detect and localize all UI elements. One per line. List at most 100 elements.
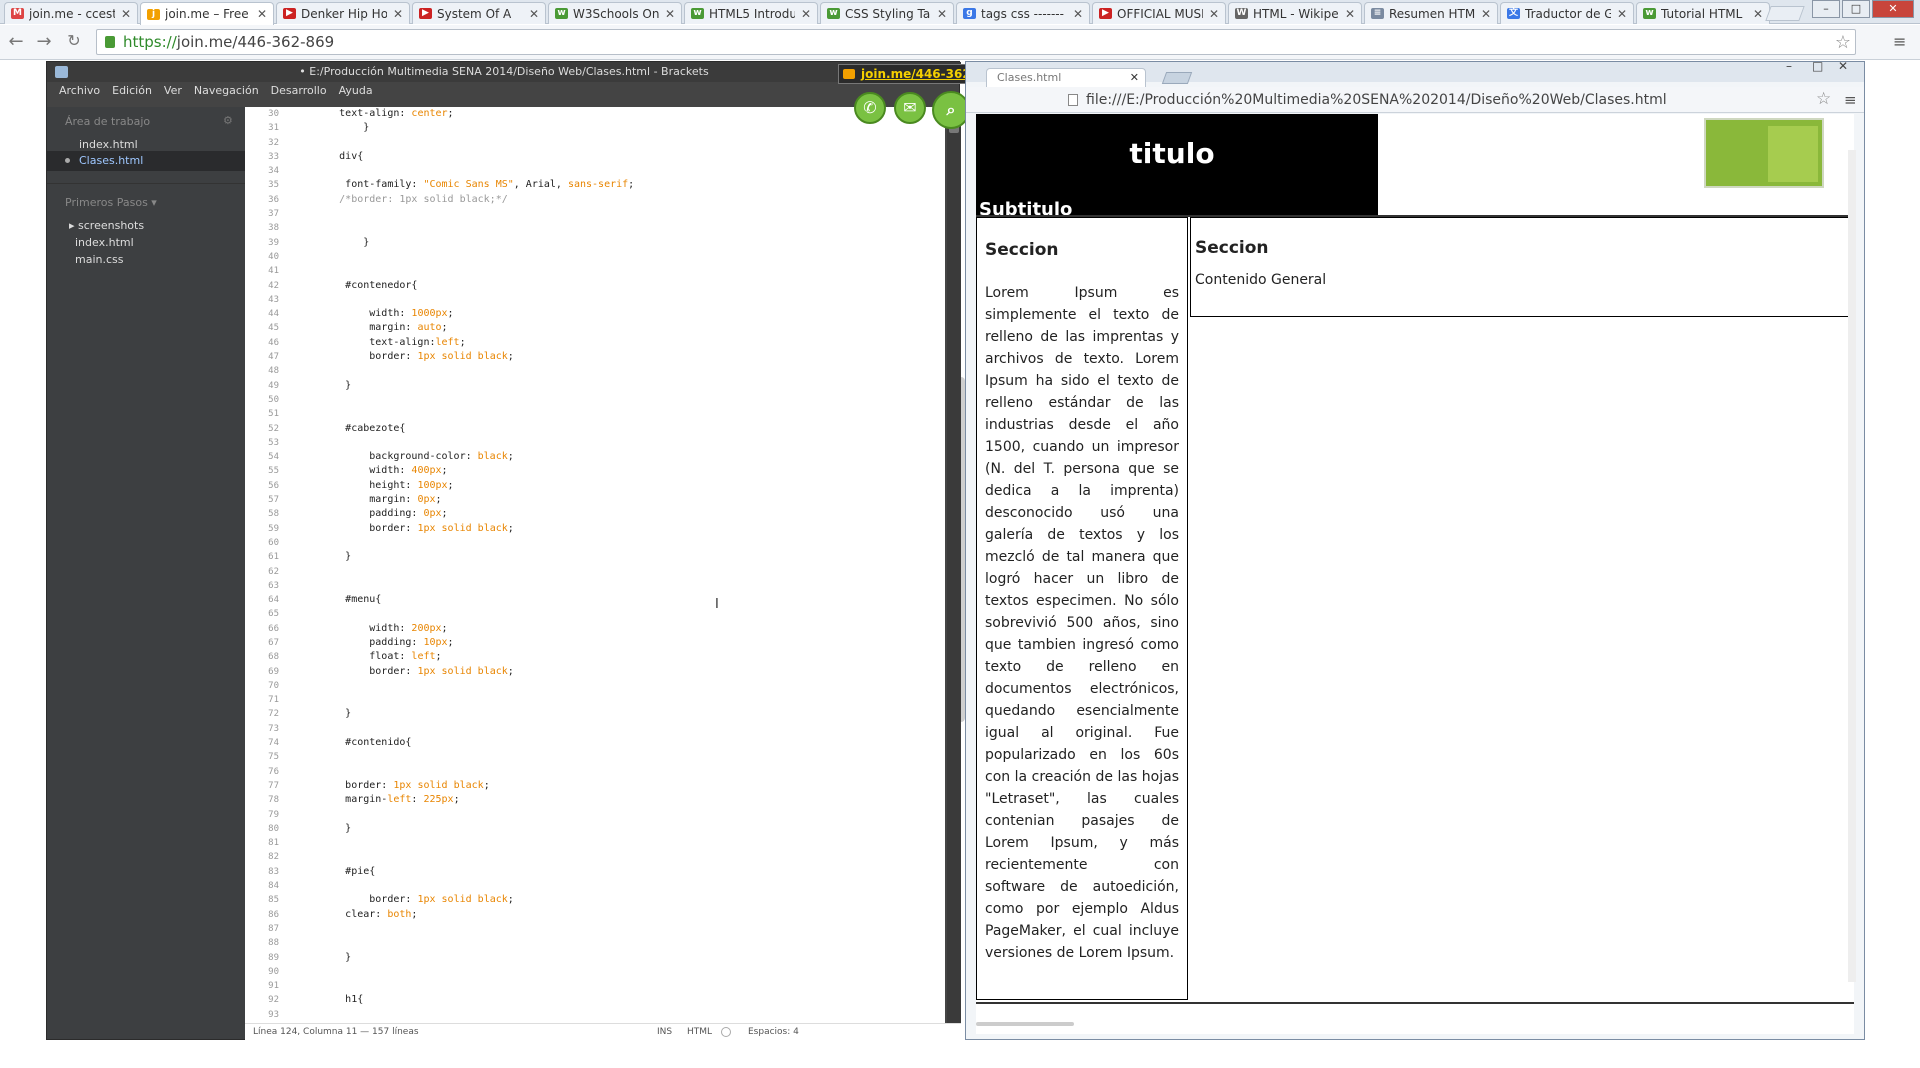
bookmark-star-icon[interactable]: ☆ bbox=[1835, 32, 1851, 53]
tab-close-icon[interactable]: ✕ bbox=[121, 7, 131, 21]
phone-icon[interactable]: ✆ bbox=[854, 92, 886, 124]
browser-tab[interactable]: W HTML - Wikipe ✕ bbox=[1228, 2, 1362, 24]
code-line[interactable]: border: 1px solid black; bbox=[291, 779, 941, 793]
tab-close-icon[interactable]: ✕ bbox=[1617, 7, 1627, 21]
code-line[interactable] bbox=[291, 965, 941, 979]
code-line[interactable] bbox=[291, 936, 941, 950]
code-line[interactable]: } bbox=[291, 707, 941, 721]
code-line[interactable] bbox=[291, 364, 941, 378]
browser-tab[interactable]: w HTML5 Introdu ✕ bbox=[684, 2, 818, 24]
preview-horizontal-scrollbar[interactable] bbox=[976, 1022, 1074, 1026]
code-line[interactable]: border: 1px solid black; bbox=[291, 350, 941, 364]
project-file-index[interactable]: index.html bbox=[75, 236, 134, 249]
tab-close-icon[interactable]: ✕ bbox=[665, 7, 675, 21]
code-line[interactable] bbox=[291, 579, 941, 593]
code-line[interactable]: margin: 0px; bbox=[291, 493, 941, 507]
preview-address-bar[interactable]: file:///E:/Producción%20Multimedia%20SEN… bbox=[966, 87, 1864, 113]
browser-tab[interactable]: w W3Schools Onl ✕ bbox=[548, 2, 682, 24]
browser-tab[interactable]: w Tutorial HTML ✕ bbox=[1636, 2, 1770, 24]
code-line[interactable] bbox=[291, 879, 941, 893]
code-editor[interactable]: 30 31 32 33 34 35 36 37 38 39 40 41 42 43 44 45 46 47 48 49… bbox=[245, 107, 965, 1068]
chrome-menu-icon[interactable]: ≡ bbox=[1893, 32, 1906, 51]
tab-close-icon[interactable]: ✕ bbox=[529, 7, 539, 21]
code-line[interactable] bbox=[291, 722, 941, 736]
tab-close-icon[interactable]: ✕ bbox=[1345, 7, 1355, 21]
preview-tab-close-icon[interactable]: ✕ bbox=[1130, 69, 1139, 87]
project-file-main-css[interactable]: main.css bbox=[75, 253, 124, 266]
tab-close-icon[interactable]: ✕ bbox=[801, 7, 811, 21]
maximize-button[interactable]: □ bbox=[1842, 0, 1870, 18]
code-line[interactable]: border: 1px solid black; bbox=[291, 522, 941, 536]
code-line[interactable] bbox=[291, 1008, 941, 1022]
back-icon[interactable]: ← bbox=[4, 31, 28, 52]
code-line[interactable] bbox=[291, 536, 941, 550]
browser-tab[interactable]: g tags css ------- ✕ bbox=[956, 2, 1090, 24]
tab-close-icon[interactable]: ✕ bbox=[393, 7, 403, 21]
preview-vertical-scrollbar[interactable] bbox=[1848, 150, 1856, 982]
code-line[interactable] bbox=[291, 808, 941, 822]
preview-maximize-icon[interactable]: □ bbox=[1812, 59, 1823, 73]
code-area[interactable]: text-align: center; } div{ font-family: … bbox=[291, 107, 941, 1023]
code-line[interactable]: width: 200px; bbox=[291, 622, 941, 636]
working-file-clases[interactable]: Clases.html bbox=[47, 151, 245, 171]
gear-icon[interactable]: ⚙ bbox=[223, 114, 233, 127]
code-line[interactable]: clear: both; bbox=[291, 908, 941, 922]
code-line[interactable]: border: 1px solid black; bbox=[291, 665, 941, 679]
code-line[interactable]: padding: 0px; bbox=[291, 507, 941, 521]
code-line[interactable] bbox=[291, 436, 941, 450]
minimize-button[interactable]: – bbox=[1812, 0, 1840, 18]
code-line[interactable]: } bbox=[291, 236, 941, 250]
forward-icon[interactable]: → bbox=[32, 31, 56, 52]
code-line[interactable]: } bbox=[291, 951, 941, 965]
menu-ayuda[interactable]: Ayuda bbox=[339, 82, 373, 100]
code-line[interactable] bbox=[291, 221, 941, 235]
browser-tab[interactable]: Mjoin.me - ccesti ✕ bbox=[4, 2, 138, 24]
code-line[interactable]: height: 100px; bbox=[291, 479, 941, 493]
code-line[interactable] bbox=[291, 750, 941, 764]
address-bar[interactable]: https://join.me/446-362-869 ☆ bbox=[96, 29, 1856, 55]
reload-icon[interactable]: ↻ bbox=[62, 31, 86, 50]
insert-mode[interactable]: INS bbox=[657, 1027, 672, 1037]
code-line[interactable]: float: left; bbox=[291, 650, 941, 664]
code-line[interactable] bbox=[291, 250, 941, 264]
code-line[interactable] bbox=[291, 264, 941, 278]
menu-desarrollo[interactable]: Desarrollo bbox=[271, 82, 327, 100]
code-line[interactable] bbox=[291, 765, 941, 779]
code-line[interactable]: margin-left: 225px; bbox=[291, 793, 941, 807]
code-line[interactable]: #contenedor{ bbox=[291, 279, 941, 293]
menu-navegacion[interactable]: Navegación bbox=[194, 82, 259, 100]
joinme-thumbnail[interactable] bbox=[1704, 118, 1824, 188]
code-line[interactable]: } bbox=[291, 550, 941, 564]
code-line[interactable]: } bbox=[291, 379, 941, 393]
code-line[interactable] bbox=[291, 164, 941, 178]
tab-close-icon[interactable]: ✕ bbox=[1209, 7, 1219, 21]
preview-close-icon[interactable]: ✕ bbox=[1838, 59, 1848, 73]
indent-setting[interactable]: Espacios: 4 bbox=[748, 1027, 799, 1037]
browser-tab[interactable]: j join.me – Free S ✕ bbox=[140, 2, 274, 25]
code-line[interactable] bbox=[291, 850, 941, 864]
code-line[interactable]: /*border: 1px solid black;*/ bbox=[291, 193, 941, 207]
code-line[interactable]: padding: 10px; bbox=[291, 636, 941, 650]
code-line[interactable]: width: 1000px; bbox=[291, 307, 941, 321]
menu-ver[interactable]: Ver bbox=[164, 82, 182, 100]
menu-edicion[interactable]: Edición bbox=[112, 82, 152, 100]
code-line[interactable]: #menu{ bbox=[291, 593, 941, 607]
tab-close-icon[interactable]: ✕ bbox=[1753, 7, 1763, 21]
code-line[interactable]: width: 400px; bbox=[291, 464, 941, 478]
code-line[interactable] bbox=[291, 679, 941, 693]
preview-bookmark-star-icon[interactable]: ☆ bbox=[1816, 89, 1831, 109]
new-tab-button[interactable] bbox=[1765, 6, 1805, 21]
menu-archivo[interactable]: Archivo bbox=[59, 82, 100, 100]
tab-close-icon[interactable]: ✕ bbox=[1073, 7, 1083, 21]
code-line[interactable] bbox=[291, 693, 941, 707]
browser-tab[interactable]: ▶ OFFICIAL MUSI ✕ bbox=[1092, 2, 1226, 24]
code-line[interactable]: h1{ bbox=[291, 993, 941, 1007]
code-line[interactable] bbox=[291, 565, 941, 579]
folder-screenshots[interactable]: ▸ screenshots bbox=[69, 219, 144, 232]
browser-tab[interactable]: 文 Traductor de G ✕ bbox=[1500, 2, 1634, 24]
preview-menu-icon[interactable]: ≡ bbox=[1844, 91, 1857, 109]
tab-close-icon[interactable]: ✕ bbox=[1481, 7, 1491, 21]
code-line[interactable]: font-family: "Comic Sans MS", Arial, san… bbox=[291, 178, 941, 192]
project-dropdown[interactable]: Primeros Pasos ▾ bbox=[65, 196, 157, 209]
code-line[interactable]: margin: auto; bbox=[291, 321, 941, 335]
